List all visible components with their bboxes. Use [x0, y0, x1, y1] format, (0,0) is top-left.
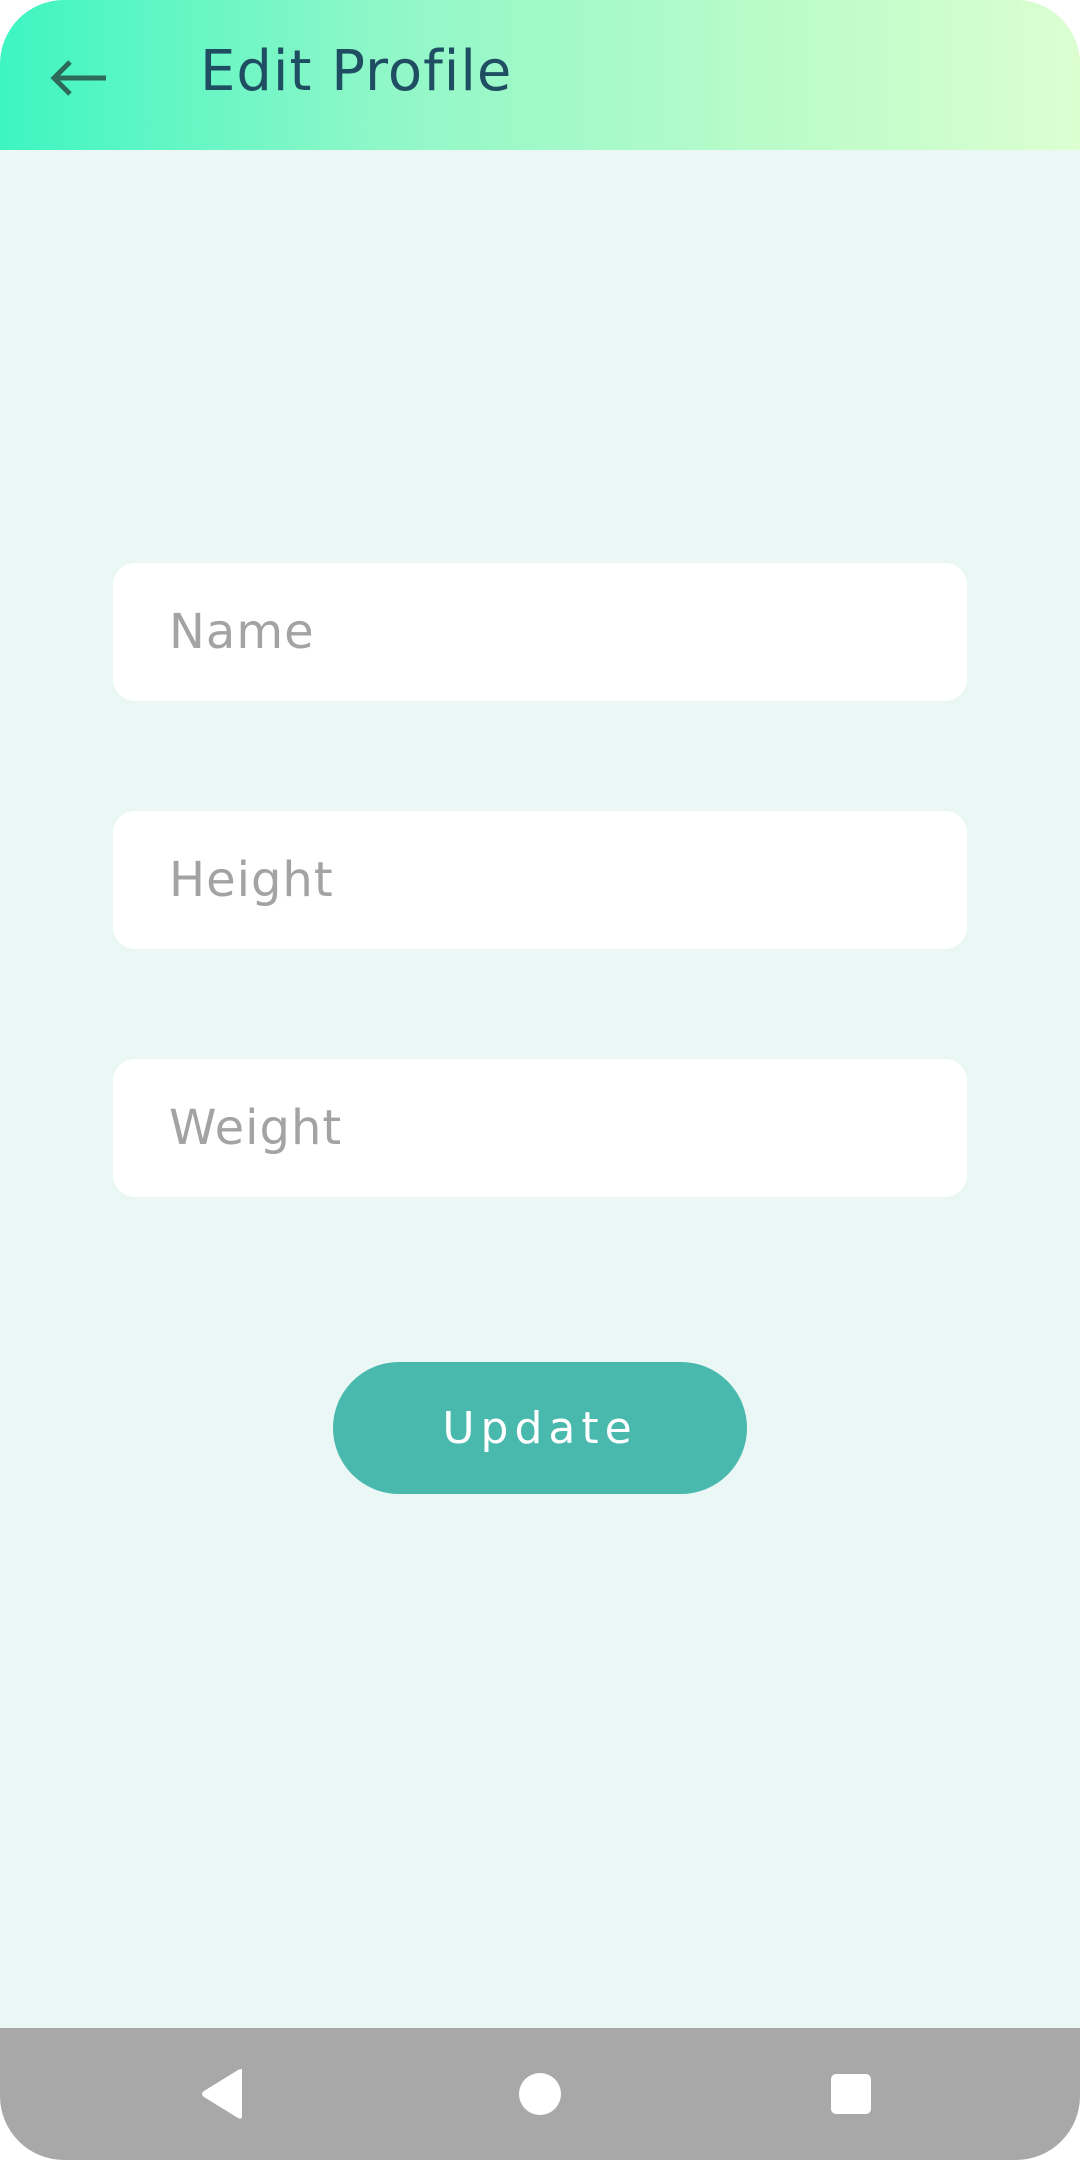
- back-button[interactable]: [40, 45, 116, 111]
- nav-back-button[interactable]: [190, 2058, 262, 2130]
- top-app-bar: Edit Profile: [0, 0, 1080, 150]
- page-title: Edit Profile: [200, 39, 513, 104]
- nav-recent-square-icon: [831, 2074, 871, 2114]
- system-navigation-bar: [0, 2028, 1080, 2160]
- nav-home-button[interactable]: [504, 2058, 576, 2130]
- arrow-left-icon: [50, 60, 106, 96]
- height-input[interactable]: [113, 811, 967, 949]
- app-screen: Edit Profile Update: [0, 0, 1080, 2160]
- height-field: [113, 811, 967, 949]
- edit-profile-form: [113, 563, 967, 1307]
- weight-input[interactable]: [113, 1059, 967, 1197]
- update-button[interactable]: Update: [333, 1362, 747, 1494]
- nav-recent-apps-button[interactable]: [815, 2058, 887, 2130]
- name-input[interactable]: [113, 563, 967, 701]
- nav-home-circle-icon: [519, 2073, 561, 2115]
- name-field: [113, 563, 967, 701]
- nav-back-triangle-icon: [202, 2069, 242, 2119]
- update-button-container: Update: [333, 1362, 747, 1494]
- weight-field: [113, 1059, 967, 1197]
